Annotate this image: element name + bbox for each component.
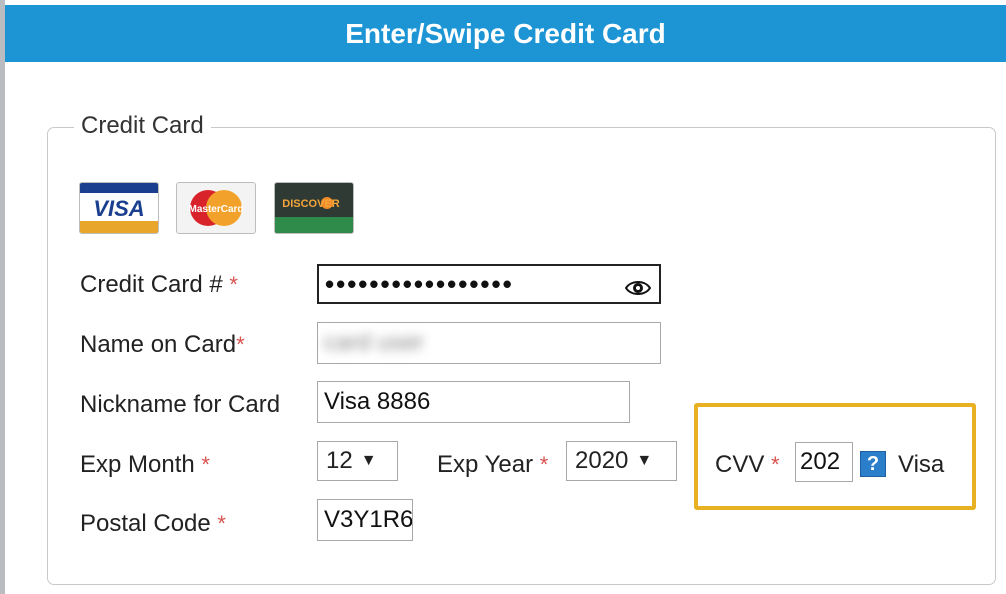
visa-logo: VISA (79, 182, 159, 234)
dialog-title: Enter/Swipe Credit Card (345, 17, 666, 49)
mastercard-logo-text: MasterCard (188, 204, 243, 215)
cvv-input[interactable]: 202 (795, 442, 853, 482)
exp-month-select[interactable]: 12 ▼ (317, 441, 398, 481)
exp-year-select[interactable]: 2020 ▼ (566, 441, 677, 481)
show-password-eye-icon[interactable] (624, 276, 652, 302)
postal-code-label: Postal Code * (80, 510, 226, 537)
required-marker: * (229, 272, 238, 297)
dropdown-arrow-icon: ▼ (360, 452, 377, 469)
nickname-input[interactable]: Visa 8886 (317, 381, 630, 423)
visa-logo-text: VISA (93, 196, 144, 221)
mastercard-logo: MasterCard (176, 182, 256, 234)
cvv-help-icon[interactable]: ? (860, 451, 886, 477)
discover-logo: DISCOVER (274, 182, 354, 234)
name-on-card-input[interactable]: card user (317, 322, 661, 364)
exp-month-label: Exp Month * (80, 451, 210, 478)
postal-code-input[interactable]: V3Y1R6 (317, 499, 413, 541)
required-marker: * (539, 452, 549, 477)
exp-year-label: Exp Year * (437, 451, 549, 478)
required-marker: * (217, 511, 226, 536)
required-marker: * (771, 452, 780, 477)
required-marker: * (201, 452, 210, 477)
dropdown-arrow-icon: ▼ (636, 452, 653, 469)
required-marker: * (236, 332, 245, 357)
name-on-card-label: Name on Card* (80, 331, 245, 358)
discover-logo-text: DISCOVER (282, 198, 340, 210)
fieldset-legend: Credit Card (74, 112, 211, 140)
nickname-label: Nickname for Card (80, 391, 281, 418)
cvv-label: CVV * (715, 451, 780, 478)
card-type-label: Visa (898, 451, 945, 478)
credit-card-number-input[interactable]: ••••••••••••••••• (317, 264, 661, 304)
dialog-header: Enter/Swipe Credit Card (5, 5, 1006, 62)
window-edge (0, 0, 5, 594)
credit-card-number-label: Credit Card # * (80, 271, 238, 298)
